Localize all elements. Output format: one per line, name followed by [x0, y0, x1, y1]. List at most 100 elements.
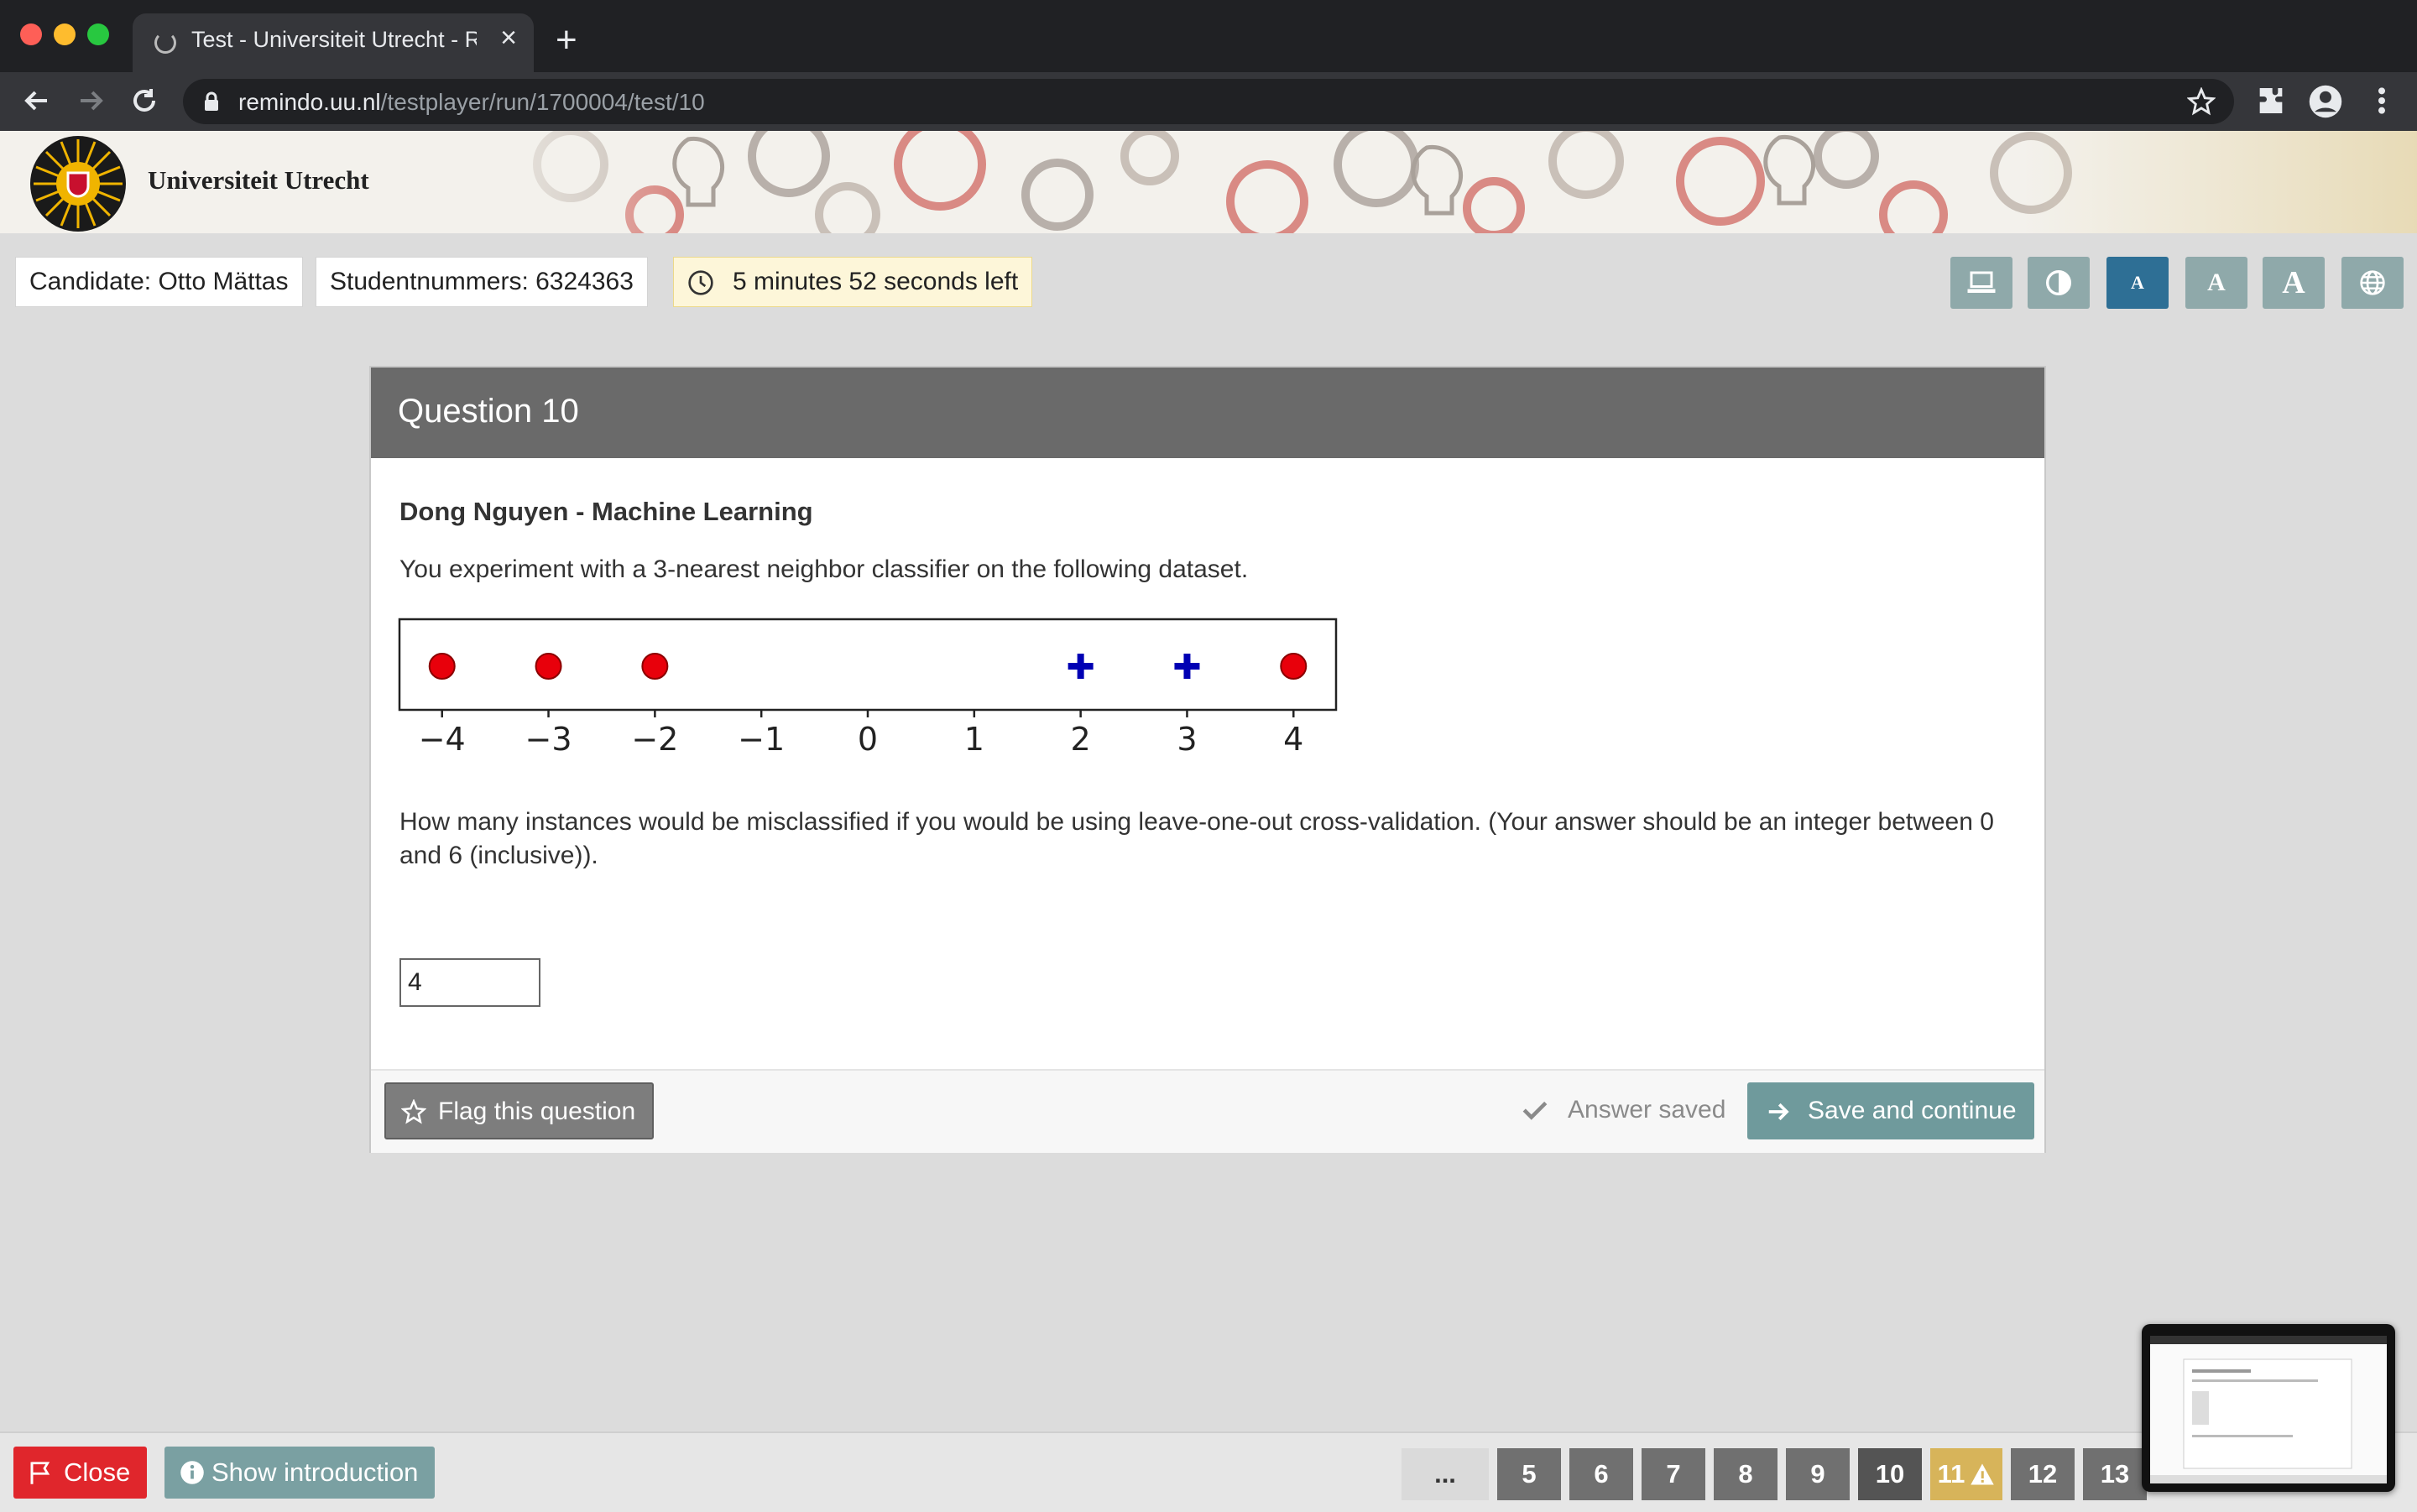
tab-title: Test - Universiteit Utrecht - Remindo [191, 27, 477, 52]
address-bar[interactable]: remindo.uu.nl/testplayer/run/1700004/tes… [183, 79, 2234, 124]
nav-question-10-label: 10 [1875, 1459, 1905, 1489]
nav-question-12-label: 12 [2028, 1459, 2058, 1489]
screen-mode-button[interactable] [1950, 257, 2012, 309]
browser-titlebar: Test - Universiteit Utrecht - Remindo × … [0, 0, 2417, 72]
thumbnail-content [2150, 1336, 2387, 1483]
nav-question-9-label: 9 [1810, 1459, 1825, 1489]
x-tick-label-0: −4 [419, 721, 466, 758]
x-tick-label-4: 0 [858, 721, 878, 758]
x-tick-label-6: 2 [1071, 721, 1091, 758]
nav-question-13-label: 13 [2100, 1459, 2130, 1489]
data-point-circle-2 [641, 653, 669, 680]
clock-icon [688, 270, 713, 295]
nav-question-12[interactable]: 12 [2011, 1448, 2075, 1500]
x-tick-label-1: −3 [525, 721, 572, 758]
nav-question-5-label: 5 [1522, 1459, 1537, 1489]
answer-input[interactable] [399, 958, 540, 1007]
nav-question-10[interactable]: 10 [1858, 1448, 1922, 1500]
save-and-continue-button[interactable]: Save and continue [1747, 1082, 2034, 1139]
x-tick-label-2: −2 [631, 721, 678, 758]
new-tab-icon[interactable]: + [556, 22, 577, 59]
font-size-large-button[interactable]: A [2263, 257, 2325, 309]
question-intro: You experiment with a 3-nearest neighbor… [399, 555, 1249, 583]
browser-tab[interactable]: Test - Universiteit Utrecht - Remindo × [133, 13, 534, 72]
window-close-dot[interactable] [20, 23, 42, 45]
info-icon [180, 1461, 204, 1484]
answer-saved-label: Answer saved [1568, 1096, 1726, 1124]
question-title: Question 10 [398, 393, 579, 430]
font-size-medium-button[interactable]: A [2185, 257, 2247, 309]
warning-icon [1971, 1463, 1995, 1485]
save-and-continue-label: Save and continue [1808, 1097, 2017, 1124]
nav-more-button[interactable]: ... [1402, 1448, 1489, 1500]
bottom-bar: Close Show introduction ... 5 6 7 8 9 10 11 12 13 [0, 1431, 2417, 1512]
laptop-icon [1967, 271, 1996, 293]
question-footer: Flag this question Answer saved Save and… [371, 1069, 2044, 1153]
nav-question-13[interactable]: 13 [2083, 1448, 2147, 1500]
tab-close-icon[interactable]: × [500, 23, 517, 52]
loading-icon [154, 32, 176, 54]
window-zoom-dot[interactable] [87, 23, 109, 45]
show-introduction-button[interactable]: Show introduction [164, 1447, 436, 1499]
lock-icon [205, 91, 218, 111]
x-tick-label-3: −1 [738, 721, 785, 758]
nav-question-8-label: 8 [1738, 1459, 1753, 1489]
screen-share-preview [2142, 1324, 2395, 1492]
time-remaining: 5 minutes 52 seconds left [673, 257, 1033, 307]
bookmark-star-icon[interactable] [2187, 87, 2216, 116]
data-point-circle-0 [428, 653, 456, 680]
show-introduction-label: Show introduction [211, 1457, 419, 1487]
nav-question-9[interactable]: 9 [1786, 1448, 1850, 1500]
url-path: /testplayer/run/1700004/test/10 [380, 89, 705, 115]
x-tick-label-5: 1 [964, 721, 984, 758]
student-number: Studentnummers: 6324363 [316, 257, 648, 307]
check-icon [1522, 1101, 1548, 1120]
gears-banner-art [436, 131, 2417, 233]
nav-question-8[interactable]: 8 [1714, 1448, 1778, 1500]
nav-question-6-label: 6 [1594, 1459, 1609, 1489]
close-test-button[interactable]: Close [13, 1447, 148, 1499]
question-panel: Question 10 Dong Nguyen - Machine Learni… [369, 366, 2046, 1153]
question-text: How many instances would be misclassifie… [399, 808, 1994, 869]
institution-name: Universiteit Utrecht [148, 165, 369, 195]
back-icon[interactable] [18, 82, 55, 119]
nav-question-11[interactable]: 11 [1930, 1448, 2002, 1500]
data-point-circle-1 [535, 653, 562, 680]
browser-toolbar: remindo.uu.nl/testplayer/run/1700004/tes… [0, 72, 2417, 131]
flag-question-button[interactable]: Flag this question [384, 1082, 655, 1139]
candidate-name: Candidate: Otto Mättas [15, 257, 303, 307]
forward-icon[interactable] [72, 82, 109, 119]
timer-text: 5 minutes 52 seconds left [733, 268, 1019, 295]
university-logo [30, 136, 126, 232]
x-tick-label-8: 4 [1283, 721, 1303, 758]
nav-question-11-label: 11 [1937, 1459, 1965, 1489]
font-size-small-button[interactable]: A [2106, 257, 2169, 309]
nav-question-7-label: 7 [1666, 1459, 1681, 1489]
globe-icon [2360, 270, 2385, 295]
arrow-right-icon [1768, 1103, 1789, 1121]
contrast-icon [2046, 270, 2071, 295]
x-tick-label-7: 3 [1177, 721, 1197, 758]
browser-menu-icon[interactable] [2368, 84, 2395, 117]
language-button[interactable] [2341, 257, 2404, 309]
window-minimize-dot[interactable] [54, 23, 76, 45]
contrast-button[interactable] [2028, 257, 2090, 309]
screen-share-thumbnail [2150, 1336, 2387, 1483]
nav-question-7[interactable]: 7 [1642, 1448, 1705, 1500]
flag-icon [30, 1462, 50, 1484]
question-course: Dong Nguyen - Machine Learning [399, 497, 813, 526]
nav-question-5[interactable]: 5 [1497, 1448, 1561, 1500]
answer-saved-status: Answer saved [1521, 1096, 1725, 1124]
dataset-plot: −4 −3 −2 −1 0 1 2 3 4 [398, 618, 1338, 758]
flag-question-label: Flag this question [438, 1098, 636, 1125]
nav-question-6[interactable]: 6 [1569, 1448, 1633, 1500]
extensions-icon[interactable] [2254, 84, 2288, 117]
star-icon [401, 1099, 426, 1124]
nav-more-button-label: ... [1434, 1459, 1456, 1489]
reload-icon[interactable] [126, 82, 163, 119]
profile-icon[interactable] [2308, 84, 2343, 119]
data-point-circle-5 [1280, 653, 1308, 680]
close-label: Close [64, 1457, 131, 1487]
url-host: remindo.uu.nl [238, 89, 381, 115]
question-header: Question 10 [371, 368, 2044, 458]
